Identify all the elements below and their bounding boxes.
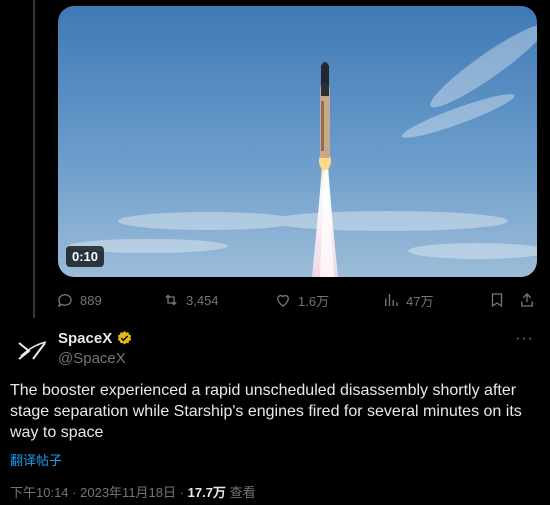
repost-button[interactable]: 3,454 xyxy=(162,286,219,314)
author-name-row[interactable]: SpaceX xyxy=(58,330,133,347)
share-button[interactable] xyxy=(518,286,536,314)
views-count: 47万 xyxy=(406,293,434,309)
spacex-logo xyxy=(18,341,47,360)
views-icon xyxy=(385,294,398,306)
author-name[interactable]: SpaceX xyxy=(58,330,112,347)
meta-separator: · xyxy=(179,485,184,500)
share-icon xyxy=(521,293,533,307)
tweet-views-label: 查看 xyxy=(229,485,256,500)
more-icon[interactable]: ··· xyxy=(515,330,534,348)
like-icon xyxy=(277,294,289,307)
tweet-text: The booster experienced a rapid unschedu… xyxy=(10,382,522,441)
action-bar: 889 3,454 1.6万 47万 xyxy=(56,286,540,314)
tweet-date[interactable]: 2023年11月18日 xyxy=(80,485,176,500)
repost-count: 3,454 xyxy=(186,292,219,308)
meta-separator: · xyxy=(72,485,77,500)
repost-icon xyxy=(165,294,177,306)
tweet-views-count: 17.7万 xyxy=(187,485,226,500)
like-count: 1.6万 xyxy=(298,293,330,309)
thread-line xyxy=(33,0,35,318)
reply-icon xyxy=(57,294,72,308)
reply-button[interactable]: 889 xyxy=(56,286,102,314)
video-duration: 0:10 xyxy=(66,246,105,267)
tweet-time[interactable]: 下午10:14 xyxy=(10,485,69,500)
video-frame xyxy=(58,6,537,277)
bookmark-icon xyxy=(491,293,503,308)
bookmark-button[interactable] xyxy=(488,286,506,314)
author-row: SpaceX @SpaceX ··· xyxy=(14,330,536,370)
video-player[interactable]: 0:10 xyxy=(58,6,537,277)
avatar[interactable] xyxy=(14,333,50,369)
reply-count: 889 xyxy=(80,292,102,308)
author-handle[interactable]: @SpaceX xyxy=(58,350,126,367)
translate-link[interactable]: 翻译帖子 xyxy=(10,450,62,469)
like-button[interactable]: 1.6万 xyxy=(274,286,329,314)
tweet-meta: 下午10:14 · 2023年11月18日 · 17.7万 查看 xyxy=(10,482,256,501)
views-button[interactable]: 47万 xyxy=(382,286,433,314)
verified-badge-icon xyxy=(118,331,132,345)
